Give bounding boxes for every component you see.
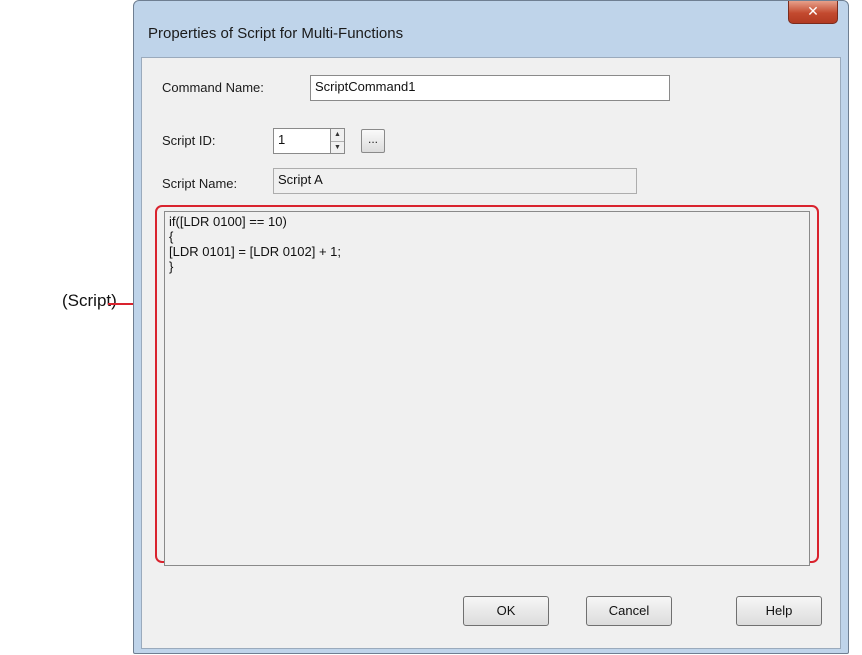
script-browse-button[interactable]: ... [361, 129, 385, 153]
script-line: [LDR 0101] = [LDR 0102] + 1; [169, 244, 341, 259]
script-line: } [169, 259, 174, 274]
cancel-button[interactable]: Cancel [586, 596, 672, 626]
help-button[interactable]: Help [736, 596, 822, 626]
close-icon: ✕ [807, 3, 819, 19]
ok-button[interactable]: OK [463, 596, 549, 626]
script-editor[interactable]: if([LDR 0100] == 10) { [LDR 0101] = [LDR… [164, 211, 810, 566]
script-id-label: Script ID: [162, 133, 216, 148]
script-callout-label: (Script) [62, 291, 117, 310]
script-id-spinner[interactable]: ▲ ▼ [331, 128, 345, 154]
title-bar[interactable]: Properties of Script for Multi-Functions… [134, 1, 848, 57]
script-line: if([LDR 0100] == 10) [169, 214, 287, 229]
spin-up-icon[interactable]: ▲ [331, 129, 344, 141]
script-line: { [169, 229, 174, 244]
command-name-input[interactable]: ScriptCommand1 [310, 75, 670, 101]
close-button[interactable]: ✕ [788, 1, 838, 24]
script-id-input[interactable]: 1 [273, 128, 331, 154]
command-name-label: Command Name: [162, 80, 264, 95]
script-name-field: Script A [273, 168, 637, 194]
dialog-title: Properties of Script for Multi-Functions [148, 25, 404, 42]
script-name-label: Script Name: [162, 176, 238, 191]
spin-down-icon[interactable]: ▼ [331, 141, 344, 154]
